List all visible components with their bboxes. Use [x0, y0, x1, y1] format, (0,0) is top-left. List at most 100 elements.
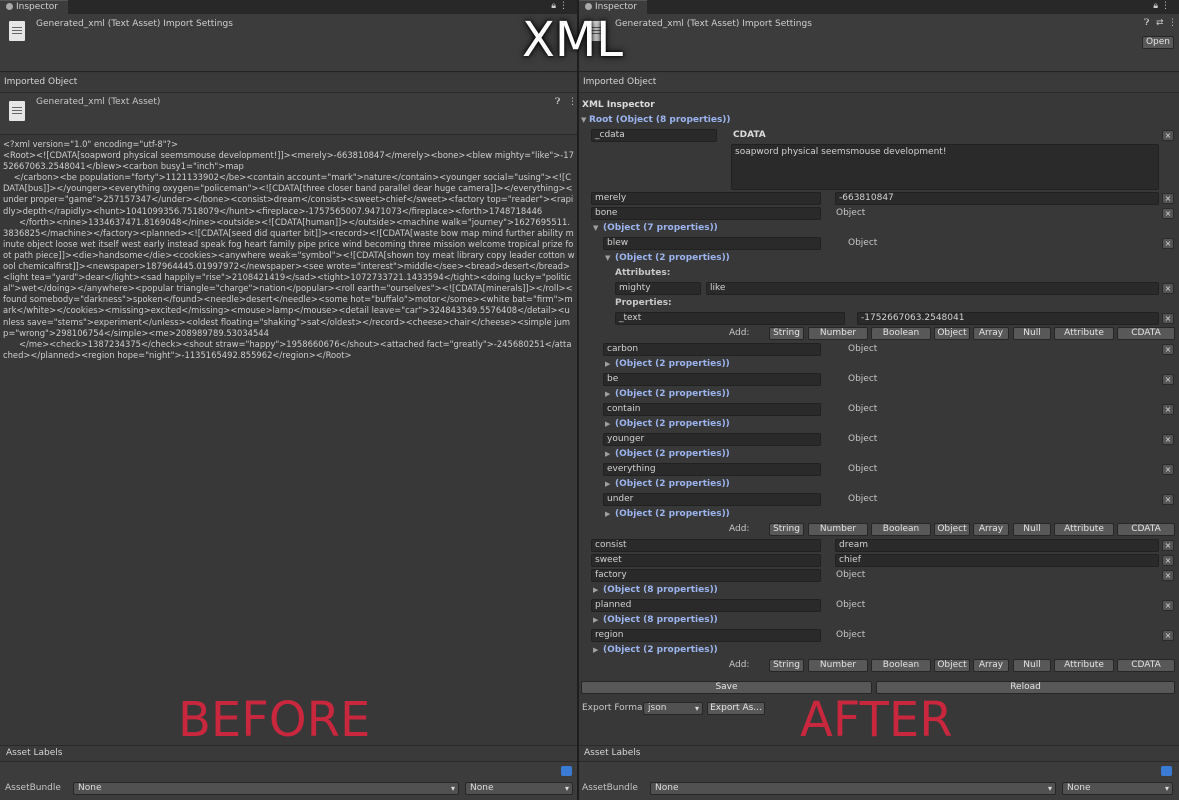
blew-foldout-arrow[interactable]: ▼: [605, 252, 610, 265]
export-as-button[interactable]: Export As...: [707, 702, 765, 715]
lock-icon[interactable]: 🔒︎: [1153, 1, 1161, 11]
merely-value-field[interactable]: -663810847: [835, 192, 1159, 205]
planned-key-field[interactable]: planned: [591, 599, 821, 612]
factory-key-field[interactable]: factory: [591, 569, 821, 582]
cdata-key-field[interactable]: _cdata: [591, 129, 717, 142]
add-string-button[interactable]: String: [769, 659, 804, 672]
consist-value-field[interactable]: dream: [835, 539, 1159, 552]
planned-object-label[interactable]: (Object (8 properties)): [603, 614, 718, 627]
remove-sweet-button[interactable]: ×: [1162, 555, 1174, 566]
inspector-tab[interactable]: Inspector: [0, 0, 68, 14]
blew-key-field[interactable]: blew: [603, 237, 821, 250]
add-boolean-button[interactable]: Boolean: [871, 659, 931, 672]
add-null-button[interactable]: Null: [1013, 327, 1051, 340]
add-attribute-button[interactable]: Attribute: [1054, 327, 1114, 340]
remove-factory-button[interactable]: ×: [1162, 570, 1174, 581]
sweet-key-field[interactable]: sweet: [591, 554, 821, 567]
add-array-button[interactable]: Array: [973, 659, 1009, 672]
younger-foldout-arrow[interactable]: ▶: [605, 448, 610, 461]
merely-key-field[interactable]: merely: [591, 192, 821, 205]
add-string-button[interactable]: String: [769, 523, 804, 536]
factory-object-label[interactable]: (Object (8 properties)): [603, 584, 718, 597]
text-value-field[interactable]: -1752667063.2548041: [857, 312, 1159, 325]
label-tag-icon[interactable]: [561, 766, 572, 776]
root-object-label[interactable]: Root (Object (8 properties)): [589, 114, 731, 127]
add-null-button[interactable]: Null: [1013, 523, 1051, 536]
add-array-button[interactable]: Array: [973, 523, 1009, 536]
add-attribute-button[interactable]: Attribute: [1054, 523, 1114, 536]
be-object-label[interactable]: (Object (2 properties)): [615, 388, 730, 401]
text-key-field[interactable]: _text: [615, 312, 845, 325]
add-number-button[interactable]: Number: [808, 327, 868, 340]
more-icon[interactable]: ⋮: [568, 96, 577, 109]
menu-icon[interactable]: ⋮: [559, 1, 571, 11]
help-icon[interactable]: ❓︎: [555, 96, 560, 109]
contain-object-label[interactable]: (Object (2 properties)): [615, 418, 730, 431]
carbon-object-label[interactable]: (Object (2 properties)): [615, 358, 730, 371]
add-attribute-button[interactable]: Attribute: [1054, 659, 1114, 672]
cdata-value-textarea[interactable]: soapword physical seemsmouse development…: [731, 144, 1159, 190]
remove-mighty-button[interactable]: ×: [1162, 283, 1174, 294]
remove-bone-button[interactable]: ×: [1162, 208, 1174, 219]
add-number-button[interactable]: Number: [808, 523, 868, 536]
younger-key-field[interactable]: younger: [603, 433, 821, 446]
add-cdata-button[interactable]: CDATA: [1117, 327, 1175, 340]
assetbundle-variant-dropdown[interactable]: None: [1062, 782, 1173, 795]
help-icon[interactable]: ❓︎: [1144, 17, 1149, 30]
bone-key-field[interactable]: bone: [591, 207, 821, 220]
remove-cdata-button[interactable]: ×: [1162, 130, 1174, 141]
add-string-button[interactable]: String: [769, 327, 804, 340]
region-object-label[interactable]: (Object (2 properties)): [603, 644, 718, 657]
add-object-button[interactable]: Object: [934, 327, 970, 340]
bone-foldout-arrow[interactable]: ▼: [593, 222, 598, 235]
add-object-button[interactable]: Object: [934, 523, 970, 536]
open-button[interactable]: Open: [1142, 36, 1174, 49]
remove-everything-button[interactable]: ×: [1162, 464, 1174, 475]
root-foldout-arrow[interactable]: ▼: [581, 114, 586, 127]
under-foldout-arrow[interactable]: ▶: [605, 508, 610, 521]
assetbundle-variant-dropdown[interactable]: None: [465, 782, 573, 795]
bone-object-label[interactable]: (Object (7 properties)): [603, 222, 718, 235]
contain-foldout-arrow[interactable]: ▶: [605, 418, 610, 431]
assetbundle-dropdown[interactable]: None: [73, 782, 459, 795]
sweet-value-field[interactable]: chief: [835, 554, 1159, 567]
add-number-button[interactable]: Number: [808, 659, 868, 672]
remove-planned-button[interactable]: ×: [1162, 600, 1174, 611]
planned-foldout-arrow[interactable]: ▶: [593, 614, 598, 627]
remove-text-button[interactable]: ×: [1162, 313, 1174, 324]
under-key-field[interactable]: under: [603, 493, 821, 506]
assetbundle-dropdown[interactable]: None: [650, 782, 1056, 795]
remove-carbon-button[interactable]: ×: [1162, 344, 1174, 355]
mighty-value-field[interactable]: like: [706, 282, 1159, 295]
region-key-field[interactable]: region: [591, 629, 821, 642]
remove-consist-button[interactable]: ×: [1162, 540, 1174, 551]
remove-younger-button[interactable]: ×: [1162, 434, 1174, 445]
contain-key-field[interactable]: contain: [603, 403, 821, 416]
remove-under-button[interactable]: ×: [1162, 494, 1174, 505]
remove-merely-button[interactable]: ×: [1162, 193, 1174, 204]
younger-object-label[interactable]: (Object (2 properties)): [615, 448, 730, 461]
factory-foldout-arrow[interactable]: ▶: [593, 584, 598, 597]
add-boolean-button[interactable]: Boolean: [871, 327, 931, 340]
add-object-button[interactable]: Object: [934, 659, 970, 672]
blew-object-label[interactable]: (Object (2 properties)): [615, 252, 730, 265]
everything-foldout-arrow[interactable]: ▶: [605, 478, 610, 491]
remove-contain-button[interactable]: ×: [1162, 404, 1174, 415]
settings-icon[interactable]: ⇄: [1156, 17, 1164, 30]
region-foldout-arrow[interactable]: ▶: [593, 644, 598, 657]
carbon-key-field[interactable]: carbon: [603, 343, 821, 356]
add-array-button[interactable]: Array: [973, 327, 1009, 340]
under-object-label[interactable]: (Object (2 properties)): [615, 508, 730, 521]
more-icon[interactable]: ⋮: [1168, 17, 1177, 30]
add-cdata-button[interactable]: CDATA: [1117, 659, 1175, 672]
consist-key-field[interactable]: consist: [591, 539, 821, 552]
lock-icon[interactable]: 🔒︎: [551, 1, 559, 11]
carbon-foldout-arrow[interactable]: ▶: [605, 358, 610, 371]
remove-be-button[interactable]: ×: [1162, 374, 1174, 385]
add-cdata-button[interactable]: CDATA: [1117, 523, 1175, 536]
everything-object-label[interactable]: (Object (2 properties)): [615, 478, 730, 491]
remove-blew-button[interactable]: ×: [1162, 238, 1174, 249]
everything-key-field[interactable]: everything: [603, 463, 821, 476]
export-format-dropdown[interactable]: json: [643, 702, 703, 715]
label-tag-icon[interactable]: [1161, 766, 1172, 776]
